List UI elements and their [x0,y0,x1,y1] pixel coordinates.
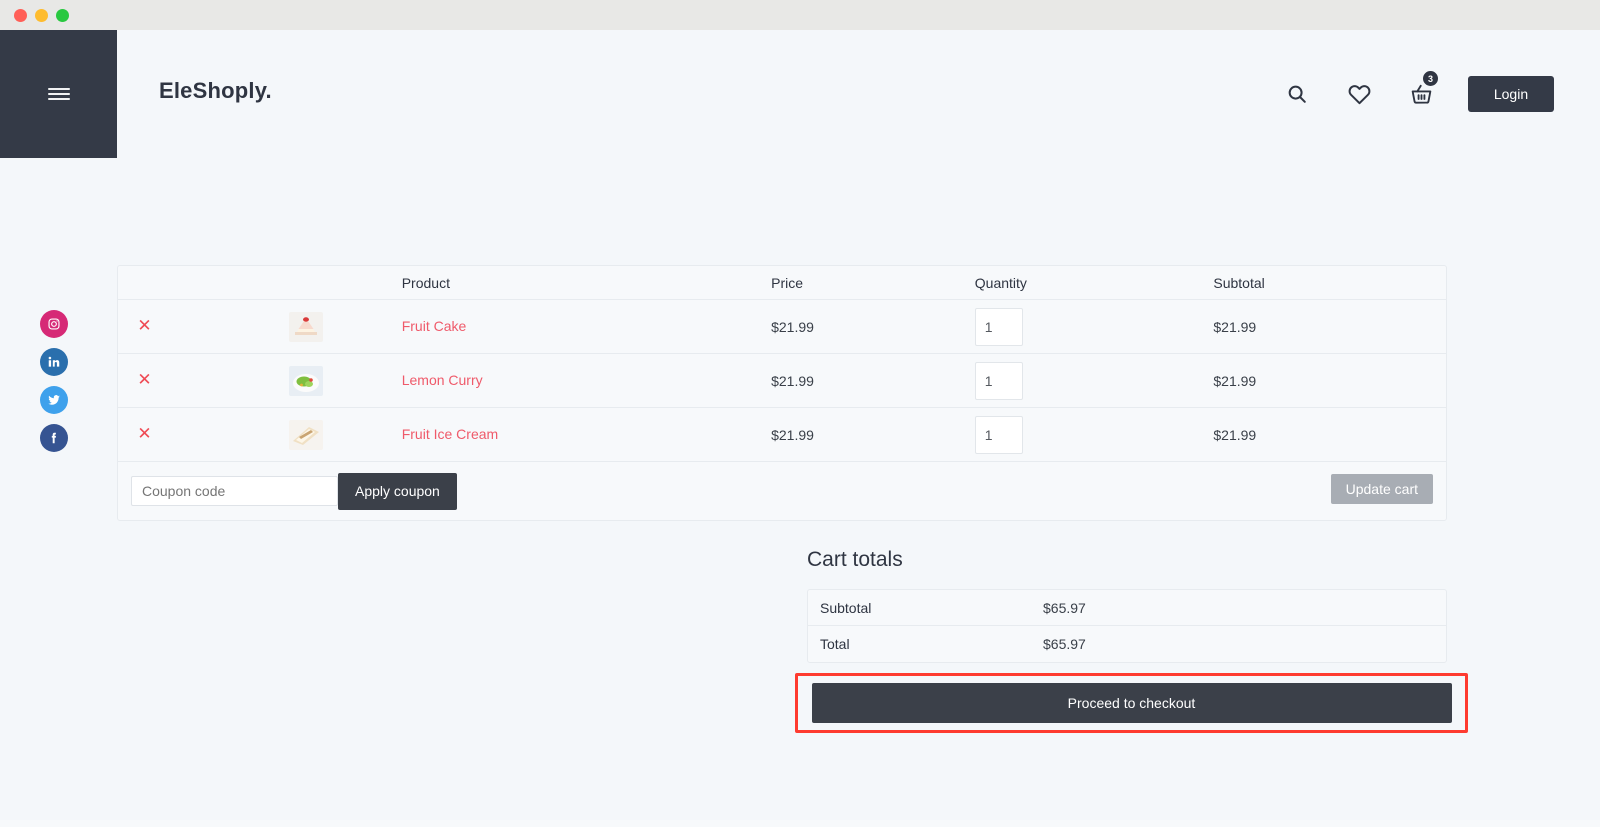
maximize-window-button[interactable] [56,8,69,22]
column-header-quantity: Quantity [974,274,1027,291]
facebook-f-glyph [51,432,56,444]
login-button[interactable]: Login [1468,76,1554,112]
table-row: ✕ Fruit Ice Cream $21.99 $21.99 [118,408,1446,462]
product-subtotal: $21.99 [1213,372,1257,389]
browser-title-bar [0,0,1600,30]
cart-totals-section: Cart totals Subtotal $65.97 Total $65.97 [807,548,1447,663]
linkedin-icon[interactable] [40,348,68,376]
sidebar-menu-toggle[interactable] [0,30,117,158]
product-link[interactable]: Fruit Ice Cream [402,426,498,442]
column-header-price: Price [771,274,804,291]
column-header-subtotal: Subtotal [1213,274,1265,291]
apply-coupon-button[interactable]: Apply coupon [338,472,457,510]
brand-logo[interactable]: EleShoply. [159,78,272,104]
salad-plate-thumbnail[interactable] [288,365,323,396]
coupon-row: Apply coupon Update cart [118,462,1446,520]
header-actions: 3 Login [1266,71,1554,116]
twitter-bird-glyph [48,395,60,405]
search-button[interactable] [1266,72,1328,116]
column-header-product: Product [401,274,450,291]
linkedin-glyph [48,356,60,367]
instagram-icon[interactable] [40,310,68,338]
cart-count-badge: 3 [1423,71,1438,86]
product-price: $21.99 [771,372,814,389]
cake-slice-thumbnail[interactable] [288,311,323,342]
close-window-button[interactable] [14,8,27,22]
totals-value: $65.97 [1043,636,1086,652]
update-cart-button[interactable]: Update cart [1330,474,1433,504]
table-row: ✕ Fruit Cake $21.99 $21.99 [118,300,1446,354]
product-price: $21.99 [771,318,814,335]
table-row: ✕ Lemon Curry $21.99 $21.99 [118,354,1446,408]
facebook-icon[interactable] [40,424,68,452]
wishlist-button[interactable] [1328,72,1390,116]
cart-button[interactable]: 3 [1390,71,1452,116]
checkout-highlight-box: Proceed to checkout [795,673,1468,733]
cart-totals-table: Subtotal $65.97 Total $65.97 [807,589,1447,663]
product-link[interactable]: Fruit Cake [402,318,467,334]
cart-totals-title: Cart totals [807,548,903,571]
ice-cream-thumbnail[interactable] [288,419,323,450]
window-controls [14,8,69,22]
totals-label: Subtotal [820,599,872,616]
cart-table-header: Product Price Quantity Subtotal [118,266,1446,300]
coupon-code-input[interactable] [131,476,338,506]
hamburger-menu-icon[interactable] [47,88,70,100]
heart-icon [1348,84,1370,104]
product-subtotal: $21.99 [1213,318,1257,335]
totals-label: Total [820,636,850,652]
quantity-input[interactable] [974,415,1023,454]
product-link[interactable]: Lemon Curry [402,372,483,388]
page-bottom-strip [0,820,1600,827]
remove-item-button[interactable]: ✕ [137,424,151,443]
instagram-glyph [48,318,60,330]
quantity-input[interactable] [974,361,1023,400]
social-share-rail [40,310,68,452]
cart-items-table: Product Price Quantity Subtotal ✕ Fruit … [117,265,1447,521]
site-header: EleShoply. 3 Login [117,30,1600,158]
proceed-to-checkout-button[interactable]: Proceed to checkout [811,683,1452,723]
remove-item-button[interactable]: ✕ [137,370,151,389]
product-price: $21.99 [771,426,814,443]
product-subtotal: $21.99 [1213,426,1257,443]
remove-item-button[interactable]: ✕ [137,316,151,335]
search-icon [1288,85,1306,103]
totals-row-total: Total $65.97 [808,626,1446,662]
quantity-input[interactable] [974,307,1023,346]
twitter-icon[interactable] [40,386,68,414]
minimize-window-button[interactable] [35,8,48,22]
totals-row-subtotal: Subtotal $65.97 [808,590,1446,626]
totals-value: $65.97 [1043,599,1086,616]
